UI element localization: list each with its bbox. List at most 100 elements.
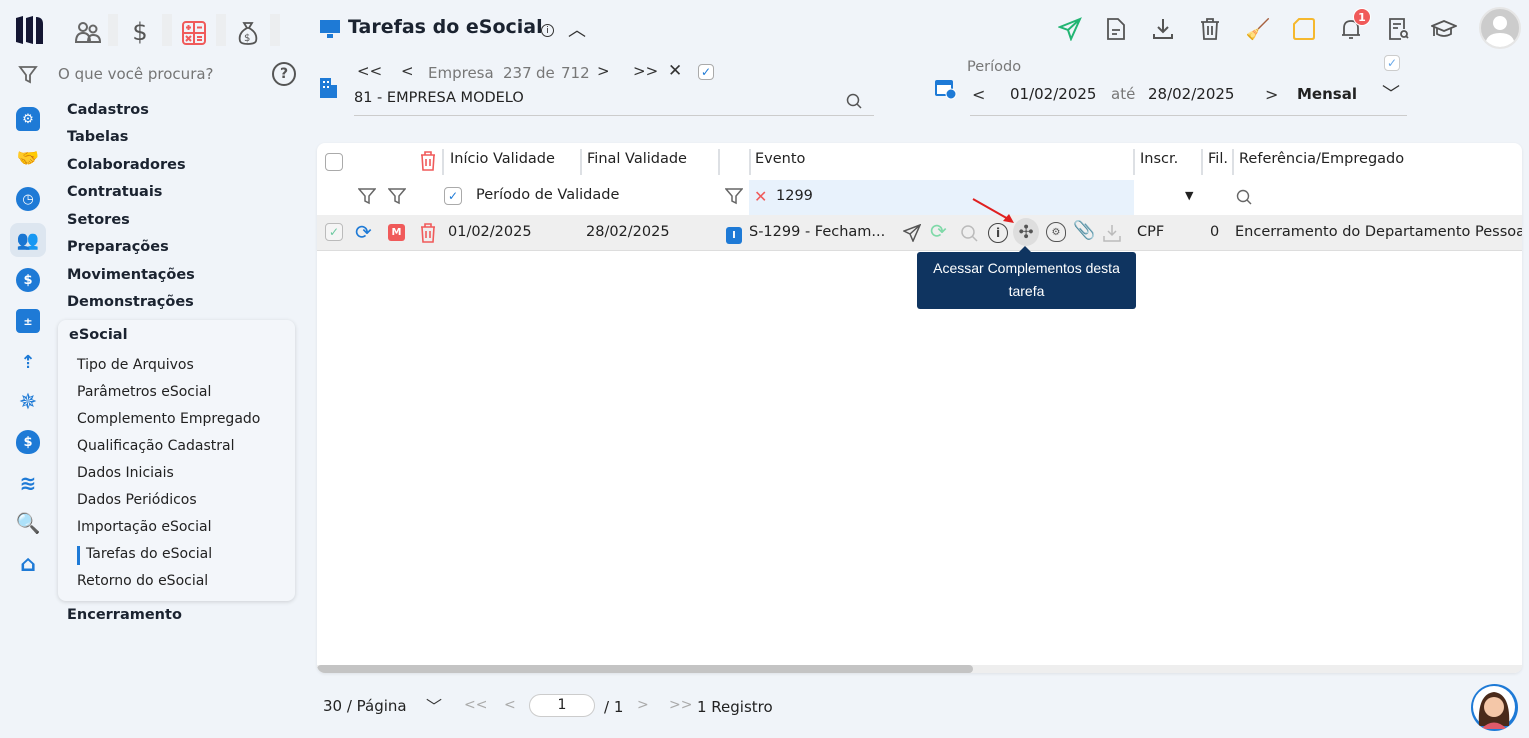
handshake-icon[interactable]: 🤝	[16, 146, 40, 170]
delete-row-icon[interactable]	[419, 223, 437, 243]
period-mode-select[interactable]: Mensal	[1297, 85, 1357, 103]
last-page-button[interactable]: >>	[669, 697, 692, 713]
next-page-button[interactable]: >	[637, 697, 649, 713]
header-referencia[interactable]: Referência/Empregado	[1239, 151, 1404, 167]
scrollbar-thumb[interactable]	[317, 665, 973, 673]
refresh-icon[interactable]: ⟳	[930, 219, 947, 243]
next-company-button[interactable]: >	[597, 62, 610, 80]
evento-filter-value[interactable]: 1299	[776, 188, 813, 204]
app-logo[interactable]	[14, 14, 44, 46]
menu-cadastros[interactable]: Cadastros	[67, 102, 149, 118]
dollar-icon[interactable]: $	[126, 18, 154, 46]
filter-icon[interactable]	[724, 186, 744, 206]
help-icon[interactable]: ?	[272, 62, 296, 86]
header-inicio-validade[interactable]: Início Validade	[450, 151, 555, 167]
report-search-icon[interactable]	[1385, 16, 1411, 42]
arrow-up-icon[interactable]: ⇡	[16, 350, 40, 374]
menu-movimentacoes[interactable]: Movimentações	[67, 267, 195, 283]
submenu-item[interactable]: Qualificação Cadastral	[77, 438, 234, 454]
submenu-item[interactable]: Dados Periódicos	[77, 492, 197, 508]
info-icon[interactable]: i	[541, 24, 554, 37]
dollar-circle-icon[interactable]: $	[16, 268, 40, 292]
send-icon[interactable]	[1057, 16, 1083, 42]
search-icon[interactable]: 🔍	[16, 511, 41, 535]
search-input[interactable]	[58, 62, 258, 86]
submenu-item[interactable]: Complemento Empregado	[77, 411, 260, 427]
prev-page-button[interactable]: <	[504, 697, 516, 713]
document-icon[interactable]	[1103, 16, 1129, 42]
money-bag-icon[interactable]: $	[236, 20, 260, 46]
clear-filter-icon[interactable]: ✕	[754, 187, 767, 206]
team-icon[interactable]: 👥	[16, 228, 40, 252]
periodo-checkbox[interactable]: ✓	[1384, 55, 1400, 71]
next-period-button[interactable]: >	[1265, 85, 1278, 104]
header-final-validade[interactable]: Final Validade	[587, 151, 687, 167]
horizontal-scrollbar[interactable]	[317, 665, 1522, 673]
table-row[interactable]: ✓ ⟳ M 01/02/2025 28/02/2025 I S-1299 - F…	[317, 215, 1522, 251]
submenu-item[interactable]: Tipo de Arquivos	[77, 357, 194, 373]
last-company-button[interactable]: >>	[633, 62, 658, 80]
menu-esocial[interactable]: eSocial	[69, 327, 128, 343]
note-icon[interactable]	[1291, 16, 1317, 42]
download-icon[interactable]	[1150, 16, 1176, 42]
calculator-icon[interactable]	[181, 20, 207, 46]
home-icon[interactable]: ⌂	[16, 552, 40, 577]
empresa-field[interactable]: 81 - EMPRESA MODELO	[354, 90, 874, 116]
header-evento[interactable]: Evento	[755, 151, 805, 167]
trash-icon[interactable]	[1197, 16, 1223, 42]
download-icon[interactable]	[1102, 223, 1122, 243]
submenu-item[interactable]: Importação eSocial	[77, 519, 211, 535]
delete-all-icon[interactable]	[419, 151, 437, 171]
header-inscr[interactable]: Inscr.	[1140, 151, 1178, 167]
page-input[interactable]: 1	[529, 694, 595, 717]
header-fil[interactable]: Fil.	[1208, 151, 1228, 167]
search-icon[interactable]	[1235, 188, 1253, 206]
submenu-item[interactable]: Retorno do eSocial	[77, 573, 208, 589]
menu-setores[interactable]: Setores	[67, 212, 130, 228]
send-icon[interactable]	[902, 223, 922, 243]
submenu-item[interactable]: Parâmetros eSocial	[77, 384, 211, 400]
chevron-down-icon[interactable]: ﹀	[426, 693, 442, 717]
submenu-item[interactable]: Dados Iniciais	[77, 465, 174, 481]
per-page-select[interactable]: 30 / Página	[323, 697, 407, 715]
assistant-avatar[interactable]	[1471, 684, 1518, 731]
calculator-icon[interactable]: ±	[16, 309, 40, 333]
first-page-button[interactable]: <<	[464, 697, 487, 713]
menu-preparacoes[interactable]: Preparações	[67, 239, 169, 255]
attachment-icon[interactable]: 📎	[1073, 220, 1095, 241]
chevron-down-icon[interactable]: ▼	[1185, 189, 1193, 202]
menu-tabelas[interactable]: Tabelas	[67, 129, 128, 145]
chevron-down-icon[interactable]: ﹀	[1382, 80, 1400, 106]
select-all-checkbox[interactable]	[325, 153, 343, 171]
menu-encerramento[interactable]: Encerramento	[67, 607, 182, 623]
sync-alert-icon[interactable]: ⟳	[355, 220, 372, 244]
people-icon[interactable]	[74, 18, 102, 46]
period-start[interactable]: 01/02/2025	[1010, 85, 1096, 103]
head-gear-icon[interactable]: ⚙	[1046, 222, 1066, 242]
periodo-validade-checkbox[interactable]: ✓	[444, 187, 462, 205]
company-checkbox[interactable]: ✓	[698, 64, 714, 80]
filter-icon[interactable]	[357, 186, 377, 206]
user-settings-icon[interactable]: ⚙	[16, 107, 40, 131]
clock-icon[interactable]: ◷	[16, 187, 40, 211]
prev-company-button[interactable]: <	[401, 62, 414, 80]
broom-icon[interactable]: 🧹	[1245, 16, 1271, 42]
period-end[interactable]: 28/02/2025	[1148, 85, 1234, 103]
first-company-button[interactable]: <<	[357, 62, 382, 80]
layers-icon[interactable]: ≋	[16, 471, 40, 495]
avatar[interactable]	[1479, 7, 1521, 49]
chevron-up-icon[interactable]: ︿	[566, 18, 588, 41]
menu-colaboradores[interactable]: Colaboradores	[67, 157, 186, 173]
money-bag-icon[interactable]: $	[16, 430, 40, 454]
search-icon[interactable]	[844, 91, 864, 111]
filter-icon[interactable]	[16, 62, 40, 86]
row-checkbox[interactable]: ✓	[325, 223, 343, 241]
filter-icon[interactable]	[387, 186, 407, 206]
prev-period-button[interactable]: <	[972, 85, 985, 104]
graduation-cap-icon[interactable]	[1430, 16, 1458, 42]
submenu-item-active[interactable]: Tarefas do eSocial	[86, 546, 212, 562]
menu-contratuais[interactable]: Contratuais	[67, 184, 162, 200]
menu-demonstracoes[interactable]: Demonstrações	[67, 294, 194, 310]
clear-company-button[interactable]: ✕	[668, 61, 682, 81]
network-icon[interactable]: ✵	[16, 390, 40, 415]
